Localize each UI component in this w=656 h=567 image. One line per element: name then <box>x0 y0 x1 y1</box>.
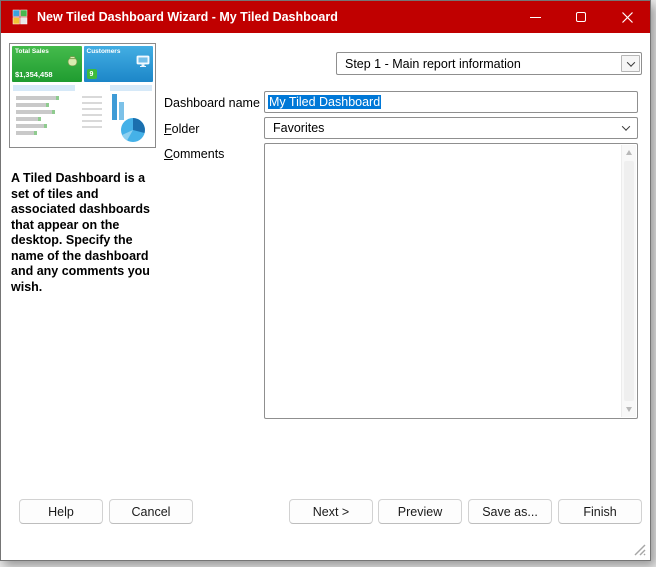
maximize-icon <box>576 12 586 22</box>
comments-label-rest: omments <box>173 147 224 161</box>
folder-select-value: Favorites <box>273 121 623 135</box>
comments-label-accel: C <box>164 147 173 161</box>
minimize-icon <box>530 17 541 18</box>
dashboard-name-input[interactable]: My Tiled Dashboard <box>264 91 638 113</box>
money-bag-icon <box>66 55 79 68</box>
folder-label-rest: older <box>172 122 200 136</box>
step-selector-dropdown-button[interactable] <box>621 55 640 72</box>
comments-scrollbar[interactable] <box>621 145 636 417</box>
folder-select[interactable]: Favorites <box>264 117 638 139</box>
close-button[interactable] <box>604 1 650 33</box>
wizard-dialog: New Tiled Dashboard Wizard - My Tiled Da… <box>0 0 651 561</box>
preview-tile-total-sales: Total Sales $1,354,458 <box>12 46 82 82</box>
tile-total-sales-value: $1,354,458 <box>15 70 53 79</box>
mini-charts-image <box>12 84 153 146</box>
monitor-icon <box>136 55 150 68</box>
next-button[interactable]: Next > <box>289 499 373 524</box>
dashboard-preview-thumbnail: Total Sales $1,354,458 Customers 9 <box>9 43 156 148</box>
step-selector[interactable]: Step 1 - Main report information <box>336 52 642 75</box>
chevron-down-icon <box>626 58 634 66</box>
chevron-down-icon <box>622 122 630 130</box>
scroll-down-icon <box>626 407 632 412</box>
close-icon <box>622 12 633 23</box>
minimize-button[interactable] <box>512 1 558 33</box>
comments-label: Comments <box>164 147 224 161</box>
folder-label: Folder <box>164 122 199 136</box>
preview-tile-customers: Customers 9 <box>84 46 154 82</box>
folder-label-accel: F <box>164 122 172 136</box>
tile-total-sales-label: Total Sales <box>12 46 82 55</box>
help-button[interactable]: Help <box>19 499 103 524</box>
titlebar[interactable]: New Tiled Dashboard Wizard - My Tiled Da… <box>1 1 650 33</box>
scrollbar-thumb[interactable] <box>624 161 634 401</box>
tile-customers-label: Customers <box>84 46 154 55</box>
preview-tiles: Total Sales $1,354,458 Customers 9 <box>12 46 153 82</box>
resize-grip[interactable] <box>633 543 646 556</box>
maximize-button[interactable] <box>558 1 604 33</box>
cancel-button[interactable]: Cancel <box>109 499 193 524</box>
dashboard-name-label: Dashboard name <box>164 96 260 110</box>
comments-value <box>269 147 617 415</box>
tile-customers-badge: 9 <box>87 69 97 79</box>
app-icon <box>12 9 28 25</box>
comments-textarea[interactable] <box>264 143 638 419</box>
scroll-up-icon <box>626 150 632 155</box>
finish-button[interactable]: Finish <box>558 499 642 524</box>
step-selector-value: Step 1 - Main report information <box>345 57 621 71</box>
save-as-button[interactable]: Save as... <box>468 499 552 524</box>
window-title: New Tiled Dashboard Wizard - My Tiled Da… <box>37 10 338 24</box>
wizard-description: A Tiled Dashboard is a set of tiles and … <box>11 171 156 295</box>
window-controls <box>512 1 650 33</box>
dashboard-name-value: My Tiled Dashboard <box>268 95 381 109</box>
preview-button[interactable]: Preview <box>378 499 462 524</box>
